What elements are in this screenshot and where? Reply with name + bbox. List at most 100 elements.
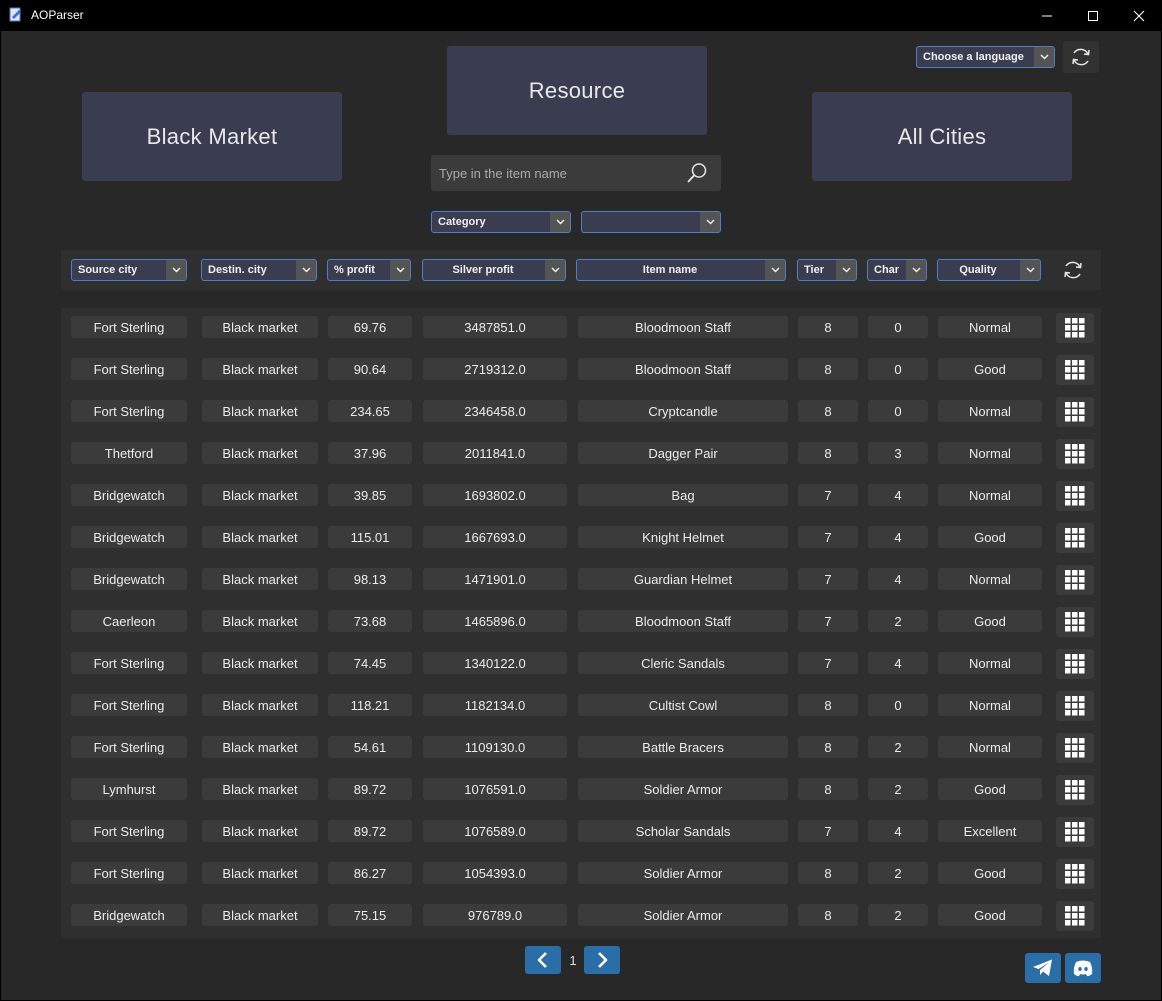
row-details-button[interactable] xyxy=(1056,523,1094,553)
table-row: Bridgewatch Black market 98.13 1471901.0 Gua… xyxy=(61,560,1101,602)
category-select[interactable]: Category xyxy=(431,211,571,233)
destin-city-cell: Black market xyxy=(202,862,318,884)
discord-button[interactable] xyxy=(1065,953,1101,983)
search-icon[interactable] xyxy=(685,161,709,185)
destin-city-cell: Black market xyxy=(202,652,318,674)
source-city-cell: Fort Sterling xyxy=(71,736,187,758)
item-name-filter[interactable]: Item name xyxy=(576,259,786,281)
item-name-cell: Bloodmoon Staff xyxy=(578,316,788,338)
char-cell: 4 xyxy=(868,568,928,590)
source-city-cell: Bridgewatch xyxy=(71,568,187,590)
row-details-button[interactable] xyxy=(1056,355,1094,385)
row-details-button[interactable] xyxy=(1056,607,1094,637)
source-city-cell: Fort Sterling xyxy=(71,862,187,884)
grid-icon xyxy=(1065,654,1085,674)
destin-city-filter[interactable]: Destin. city xyxy=(201,259,317,281)
grid-icon xyxy=(1065,696,1085,716)
tier-cell: 8 xyxy=(798,862,858,884)
percent-profit-cell: 115.01 xyxy=(328,526,412,548)
row-details-button[interactable] xyxy=(1056,439,1094,469)
subcategory-select[interactable] xyxy=(581,211,721,233)
char-cell: 2 xyxy=(868,610,928,632)
all-cities-button[interactable]: All Cities xyxy=(812,92,1072,181)
row-details-button[interactable] xyxy=(1056,691,1094,721)
item-name-cell: Cleric Sandals xyxy=(578,652,788,674)
row-details-button[interactable] xyxy=(1056,859,1094,889)
maximize-button[interactable] xyxy=(1070,0,1116,31)
silver-profit-cell: 1054393.0 xyxy=(423,862,567,884)
silver-profit-filter-label: Silver profit xyxy=(452,264,514,276)
tier-filter[interactable]: Tier xyxy=(797,259,857,281)
silver-profit-cell: 1076589.0 xyxy=(423,820,567,842)
grid-icon xyxy=(1065,864,1085,884)
chevron-right-icon xyxy=(598,952,608,968)
quality-cell: Normal xyxy=(938,442,1042,464)
percent-profit-cell: 86.27 xyxy=(328,862,412,884)
grid-icon xyxy=(1065,570,1085,590)
item-name-cell: Scholar Sandals xyxy=(578,820,788,842)
next-page-button[interactable] xyxy=(584,946,620,974)
percent-profit-cell: 234.65 xyxy=(328,400,412,422)
silver-profit-cell: 2719312.0 xyxy=(423,358,567,380)
chevron-down-icon xyxy=(765,260,785,280)
table-row: Bridgewatch Black market 75.15 976789.0 Sold… xyxy=(61,896,1101,938)
silver-profit-filter[interactable]: Silver profit xyxy=(422,259,566,281)
minimize-button[interactable] xyxy=(1024,0,1070,31)
quality-cell: Excellent xyxy=(938,820,1042,842)
char-cell: 0 xyxy=(868,400,928,422)
search-box xyxy=(431,155,721,191)
destin-city-cell: Black market xyxy=(202,400,318,422)
row-details-button[interactable] xyxy=(1056,481,1094,511)
percent-profit-cell: 39.85 xyxy=(328,484,412,506)
tier-cell: 7 xyxy=(798,610,858,632)
quality-filter[interactable]: Quality xyxy=(937,259,1041,281)
grid-icon xyxy=(1065,402,1085,422)
char-cell: 4 xyxy=(868,526,928,548)
prev-page-button[interactable] xyxy=(525,946,561,974)
row-details-button[interactable] xyxy=(1056,565,1094,595)
char-cell: 2 xyxy=(868,862,928,884)
language-select[interactable]: Choose a language xyxy=(916,46,1055,68)
row-details-button[interactable] xyxy=(1056,313,1094,343)
table-row: Bridgewatch Black market 39.85 1693802.0 Bag… xyxy=(61,476,1101,518)
telegram-button[interactable] xyxy=(1025,953,1061,983)
item-name-filter-label: Item name xyxy=(642,264,698,276)
resource-button[interactable]: Resource xyxy=(447,46,707,135)
row-details-button[interactable] xyxy=(1056,901,1094,931)
source-city-filter[interactable]: Source city xyxy=(71,259,187,281)
tier-cell: 7 xyxy=(798,568,858,590)
item-name-cell: Soldier Armor xyxy=(578,904,788,926)
close-button[interactable] xyxy=(1116,0,1162,31)
row-details-button[interactable] xyxy=(1056,817,1094,847)
char-filter[interactable]: Char xyxy=(867,259,927,281)
row-details-button[interactable] xyxy=(1056,733,1094,763)
source-city-cell: Lymhurst xyxy=(71,778,187,800)
row-details-button[interactable] xyxy=(1056,649,1094,679)
item-name-cell: Bloodmoon Staff xyxy=(578,610,788,632)
row-details-button[interactable] xyxy=(1056,775,1094,805)
destin-city-cell: Black market xyxy=(202,568,318,590)
quality-cell: Good xyxy=(938,358,1042,380)
silver-profit-cell: 1471901.0 xyxy=(423,568,567,590)
refresh-language-button[interactable] xyxy=(1063,41,1099,73)
row-details-button[interactable] xyxy=(1056,397,1094,427)
search-input[interactable] xyxy=(431,155,681,191)
percent-profit-cell: 90.64 xyxy=(328,358,412,380)
chevron-down-icon xyxy=(166,260,186,280)
chevron-down-icon xyxy=(836,260,856,280)
refresh-table-button[interactable] xyxy=(1059,257,1087,283)
discord-icon xyxy=(1073,960,1093,977)
silver-profit-cell: 1465896.0 xyxy=(423,610,567,632)
grid-icon xyxy=(1065,486,1085,506)
destin-city-cell: Black market xyxy=(202,694,318,716)
maximize-icon xyxy=(1088,10,1098,21)
table-row: Bridgewatch Black market 115.01 1667693.0 Kn… xyxy=(61,518,1101,560)
chevron-down-icon xyxy=(700,212,720,232)
chevron-down-icon xyxy=(390,260,410,280)
tier-cell: 8 xyxy=(798,400,858,422)
black-market-button[interactable]: Black Market xyxy=(82,92,342,181)
grid-icon xyxy=(1065,612,1085,632)
quality-cell: Normal xyxy=(938,568,1042,590)
percent-profit-filter[interactable]: % profit xyxy=(327,259,411,281)
item-name-cell: Dagger Pair xyxy=(578,442,788,464)
